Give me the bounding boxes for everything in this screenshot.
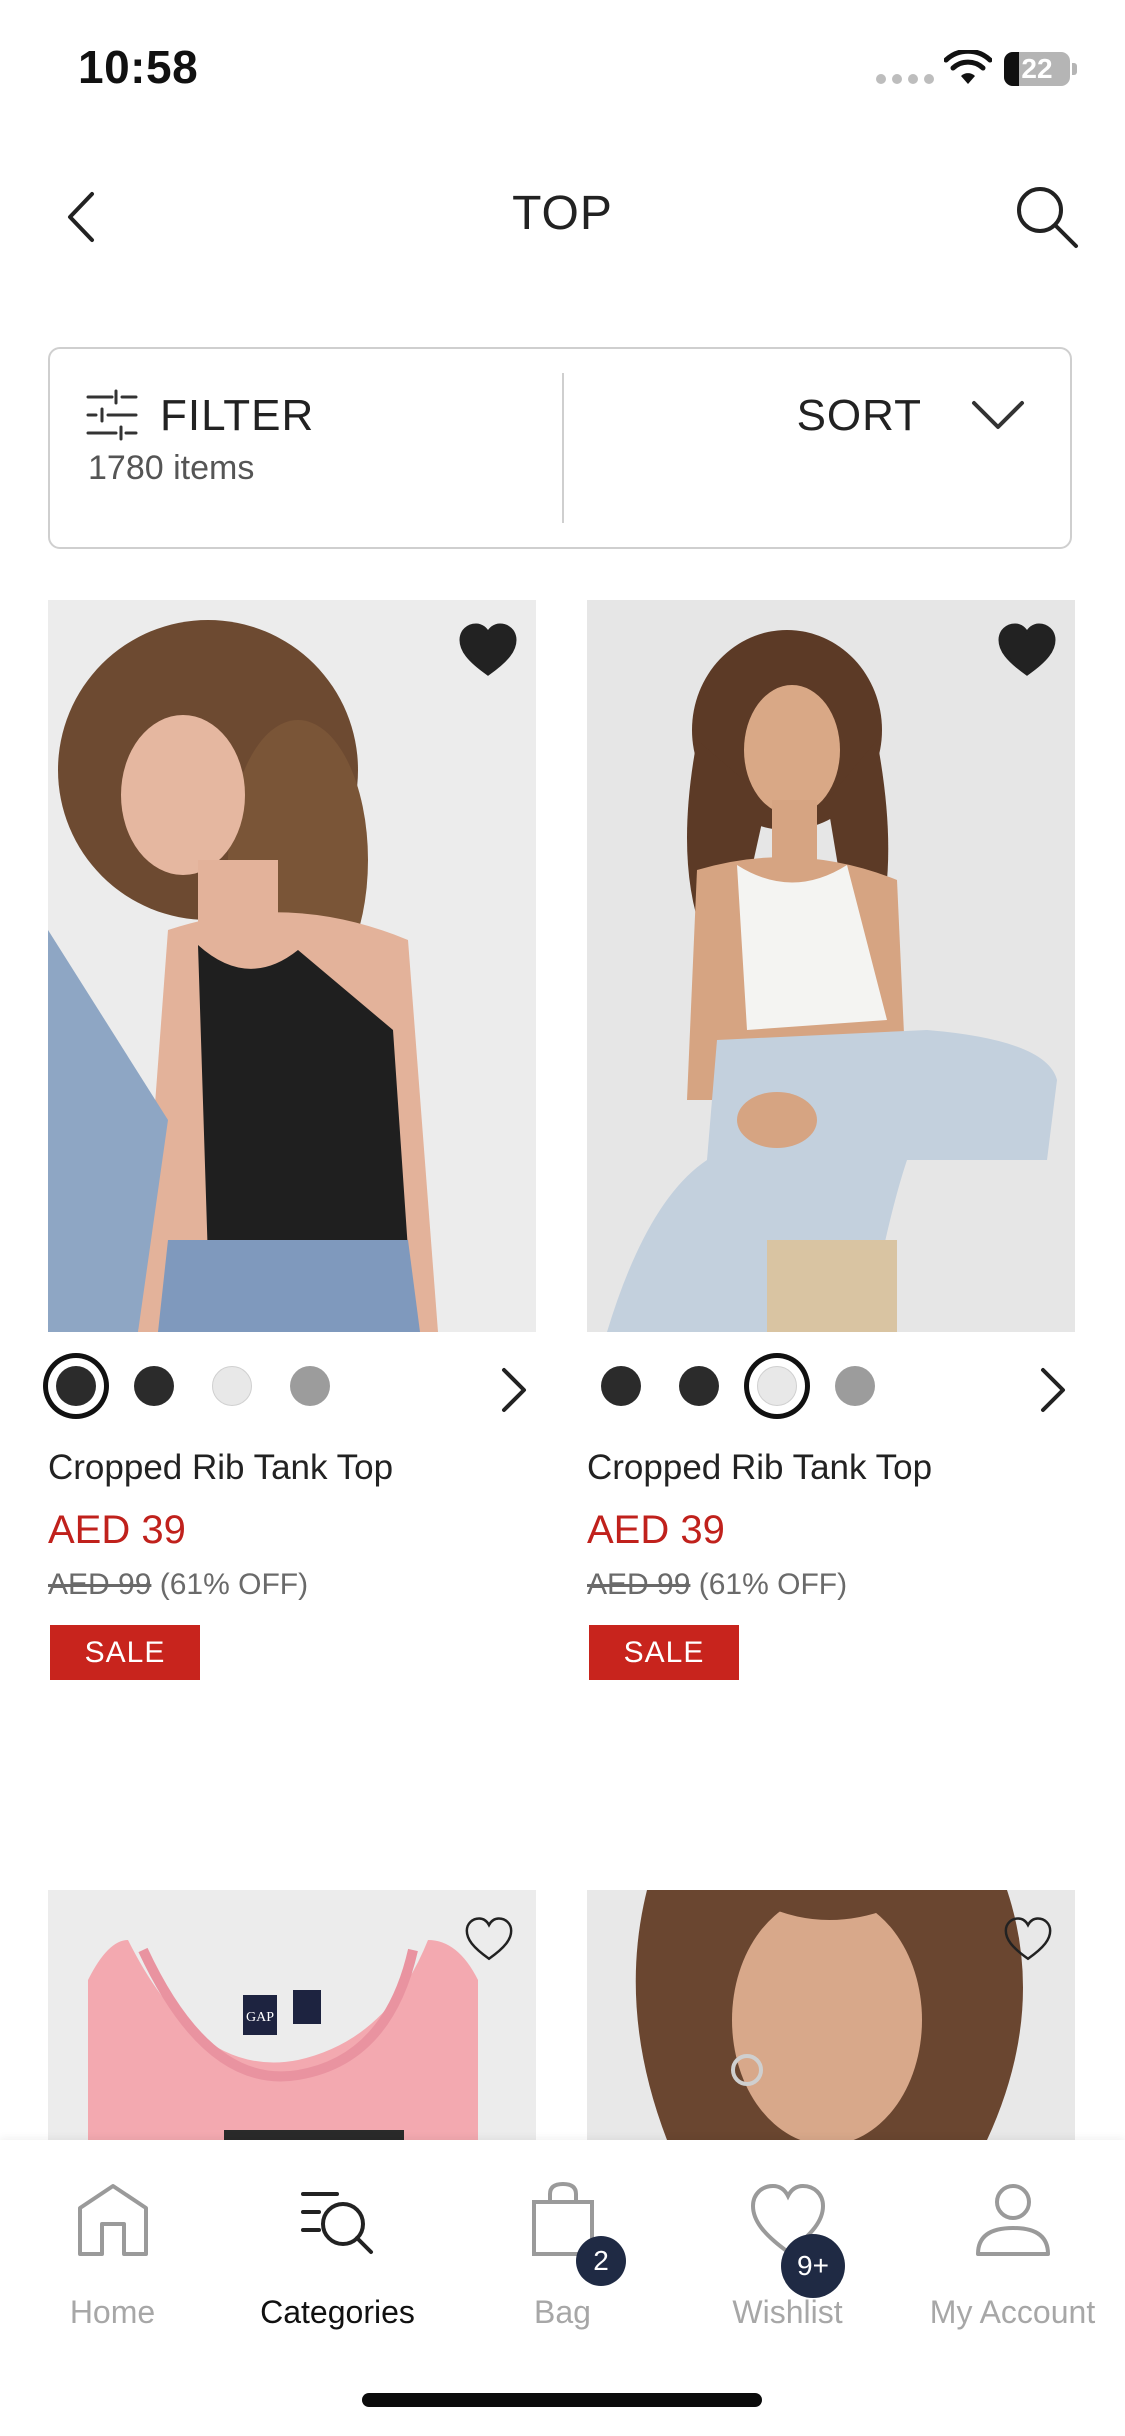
original-price-row: AED 99 (61% OFF) (48, 1568, 308, 1602)
svg-text:GAP: GAP (246, 2010, 274, 2025)
color-swatch[interactable] (601, 1366, 641, 1406)
heart-icon[interactable] (997, 622, 1057, 678)
nav-my-account[interactable]: My Account (900, 2140, 1125, 2340)
original-price-row: AED 99 (61% OFF) (587, 1568, 847, 1602)
heart-icon[interactable] (458, 622, 518, 678)
heart-icon[interactable] (1003, 1916, 1053, 1962)
product-image[interactable] (48, 600, 536, 1332)
item-count: 1780 items (88, 449, 255, 487)
battery-level: 22 (1021, 53, 1053, 84)
nav-label: My Account (929, 2294, 1096, 2330)
filter-icon (86, 389, 138, 441)
product-card[interactable]: Cropped Rib Tank Top AED 39 AED 99 (61% … (587, 600, 1075, 1700)
product-image[interactable]: GAP (48, 1890, 536, 2140)
bottom-navigation: Home Categories 2 Bag Wishlist 9+ My Acc… (0, 2140, 1125, 2436)
status-bar: 10:58 22 (0, 0, 1125, 140)
account-icon (976, 2184, 1050, 2256)
color-swatch[interactable] (757, 1366, 797, 1406)
chevron-down-icon (972, 401, 1024, 429)
product-name[interactable]: Cropped Rib Tank Top (587, 1448, 932, 1488)
sale-badge: SALE (589, 1625, 739, 1680)
heart-icon[interactable] (464, 1916, 514, 1962)
color-swatch[interactable] (290, 1366, 330, 1406)
product-card[interactable]: GAP (48, 1890, 536, 2140)
home-indicator (362, 2393, 762, 2407)
color-swatch[interactable] (212, 1366, 252, 1406)
nav-bag[interactable]: 2 Bag (450, 2140, 675, 2340)
product-image[interactable] (587, 1890, 1075, 2140)
filter-label: FILTER (160, 391, 315, 440)
product-image[interactable] (587, 600, 1075, 1332)
chevron-right-icon[interactable] (1035, 1366, 1069, 1414)
nav-categories[interactable]: Categories (225, 2140, 450, 2340)
original-price: AED 99 (48, 1568, 152, 1601)
original-price: AED 99 (587, 1568, 691, 1601)
sale-badge: SALE (50, 1625, 200, 1680)
search-icon[interactable] (1010, 180, 1082, 252)
color-swatch[interactable] (56, 1366, 96, 1406)
product-card[interactable] (587, 1890, 1075, 2140)
color-swatches (48, 1356, 536, 1426)
nav-wishlist[interactable]: Wishlist 9+ (675, 2140, 900, 2340)
discount-percent: (61% OFF) (159, 1568, 309, 1601)
status-time: 10:58 (78, 41, 199, 93)
nav-label: Home (69, 2294, 156, 2330)
nav-home[interactable]: Home (0, 2140, 225, 2340)
wishlist-count-badge: 9+ (781, 2234, 845, 2298)
filter-button[interactable]: FILTER 1780 items (50, 349, 560, 547)
home-icon (78, 2184, 148, 2256)
color-swatch[interactable] (679, 1366, 719, 1406)
categories-icon (301, 2192, 373, 2254)
nav-label: Categories (260, 2294, 415, 2330)
product-name[interactable]: Cropped Rib Tank Top (48, 1448, 393, 1488)
sort-button[interactable]: SORT (564, 349, 1072, 547)
chevron-right-icon[interactable] (496, 1366, 530, 1414)
color-swatches (587, 1356, 1075, 1426)
wifi-icon (944, 50, 992, 84)
discount-percent: (61% OFF) (698, 1568, 848, 1601)
sale-price: AED 39 (587, 1508, 725, 1552)
cellular-signal-icon (876, 74, 934, 84)
bag-count-badge: 2 (576, 2236, 626, 2286)
color-swatch[interactable] (835, 1366, 875, 1406)
color-swatch[interactable] (134, 1366, 174, 1406)
header: TOP (0, 160, 1125, 270)
nav-label: Wishlist (732, 2294, 843, 2330)
filter-sort-bar: FILTER 1780 items SORT (48, 347, 1072, 549)
battery-icon: 22 (1004, 52, 1077, 86)
product-card[interactable]: Cropped Rib Tank Top AED 39 AED 99 (61% … (48, 600, 536, 1700)
page-title: TOP (512, 187, 613, 240)
sort-label: SORT (796, 391, 922, 440)
nav-label: Bag (534, 2294, 591, 2330)
sale-price: AED 39 (48, 1508, 186, 1552)
